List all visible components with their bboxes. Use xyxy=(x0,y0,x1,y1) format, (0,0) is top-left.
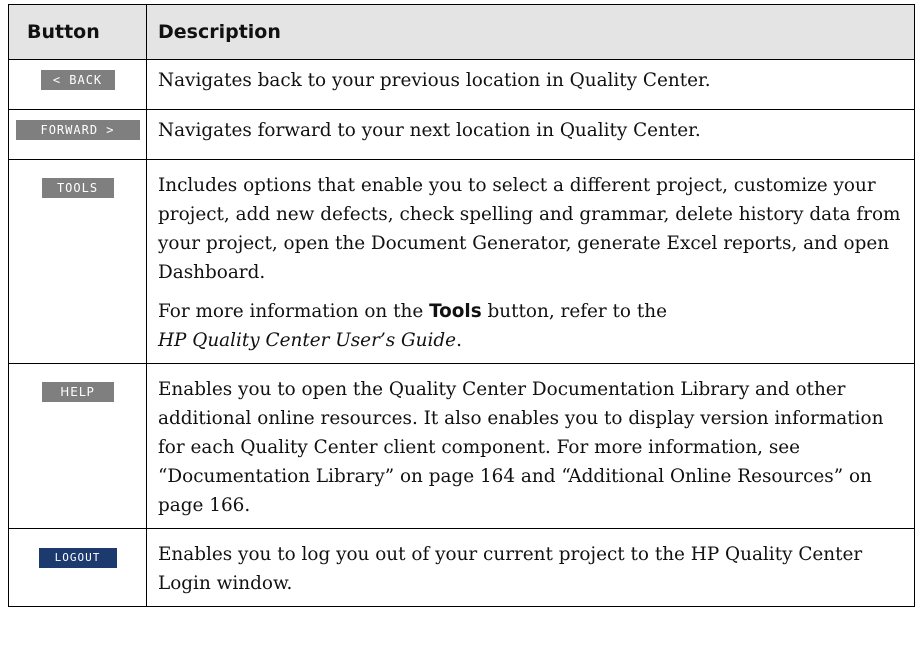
forward-button[interactable]: FORWARD > xyxy=(15,120,140,140)
note-mid: button, refer to the xyxy=(481,301,667,322)
description-note: For more information on the Tools button… xyxy=(158,297,906,355)
button-cell: TOOLS xyxy=(8,159,147,364)
description-text: Navigates back to your previous location… xyxy=(158,70,711,91)
back-button[interactable]: < BACK xyxy=(40,70,115,90)
description-cell: Navigates forward to your next location … xyxy=(146,109,915,160)
table-row: LOGOUT Enables you to log you out of you… xyxy=(8,528,915,607)
buttons-table: Button Description < BACK Navigates back… xyxy=(8,4,915,607)
button-cell: HELP xyxy=(8,363,147,529)
button-cell: LOGOUT xyxy=(8,528,147,607)
tools-button[interactable]: TOOLS xyxy=(41,178,114,198)
note-prefix: For more information on the xyxy=(158,301,430,322)
help-button[interactable]: HELP xyxy=(41,382,114,402)
description-text: Includes options that enable you to sele… xyxy=(158,175,901,283)
table-header-row: Button Description xyxy=(8,4,915,60)
note-bold-tools: Tools xyxy=(429,301,482,322)
note-suffix: . xyxy=(456,330,462,351)
description-cell: Enables you to open the Quality Center D… xyxy=(146,363,915,529)
description-text: Enables you to log you out of your curre… xyxy=(158,544,863,594)
table-row: < BACK Navigates back to your previous l… xyxy=(8,59,915,110)
button-cell: < BACK xyxy=(8,59,147,110)
header-button: Button xyxy=(8,4,147,60)
table-row: TOOLS Includes options that enable you t… xyxy=(8,159,915,364)
description-text: Navigates forward to your next location … xyxy=(158,120,701,141)
description-cell: Includes options that enable you to sele… xyxy=(146,159,915,364)
note-guide-title: HP Quality Center User’s Guide xyxy=(158,330,457,351)
table-row: FORWARD > Navigates forward to your next… xyxy=(8,109,915,160)
logout-button[interactable]: LOGOUT xyxy=(38,548,117,568)
header-description: Description xyxy=(146,4,915,60)
button-cell: FORWARD > xyxy=(8,109,147,160)
description-cell: Navigates back to your previous location… xyxy=(146,59,915,110)
description-cell: Enables you to log you out of your curre… xyxy=(146,528,915,607)
table-row: HELP Enables you to open the Quality Cen… xyxy=(8,363,915,529)
description-text: Enables you to open the Quality Center D… xyxy=(158,379,884,516)
